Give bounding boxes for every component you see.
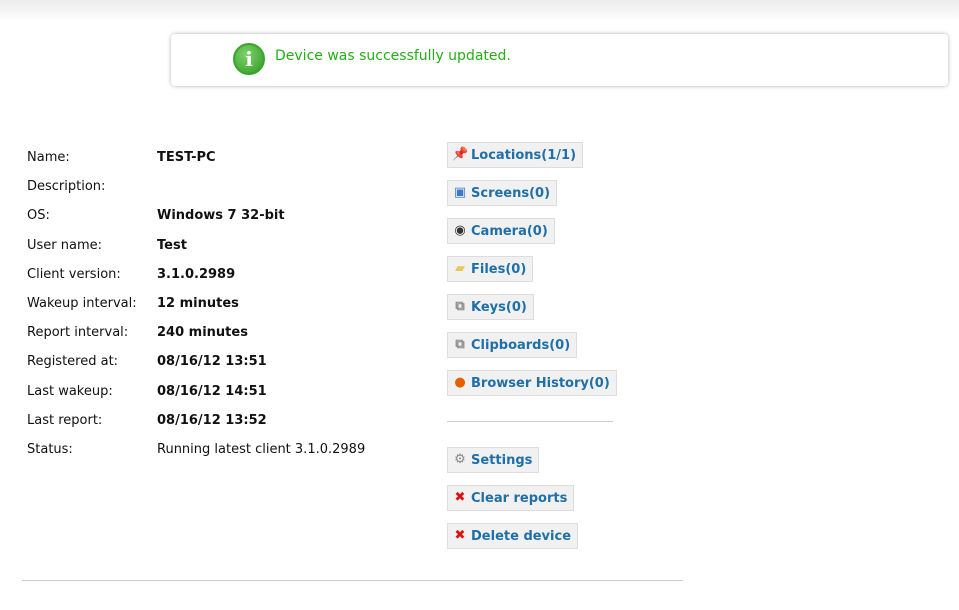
detail-label: OS: bbox=[27, 208, 50, 224]
screens-button[interactable]: ▣ Screens(0) bbox=[447, 180, 558, 206]
detail-label: Last wakeup: bbox=[27, 383, 113, 399]
firefox-icon: ● bbox=[454, 375, 466, 390]
notice-message: Device was successfully updated. bbox=[275, 48, 511, 64]
button-label: Keys(0) bbox=[471, 299, 527, 315]
detail-value: Test bbox=[157, 237, 187, 253]
clipboards-button[interactable]: ⧉ Clipboards(0) bbox=[447, 332, 578, 358]
detail-row: Name: TEST-PC bbox=[27, 150, 365, 179]
detail-label: Client version: bbox=[27, 266, 121, 282]
success-notice: i Device was successfully updated. bbox=[171, 34, 948, 86]
detail-label: Registered at: bbox=[27, 354, 119, 370]
button-label: Browser History(0) bbox=[471, 375, 610, 391]
folder-icon: ▰ bbox=[455, 261, 465, 276]
detail-row: Registered at: 08/16/12 13:51 bbox=[27, 354, 365, 383]
files-button[interactable]: ▰ Files(0) bbox=[447, 256, 534, 282]
detail-value: Running latest client 3.1.0.2989 bbox=[157, 441, 366, 457]
detail-value: 3.1.0.2989 bbox=[157, 266, 236, 282]
detail-row: OS: Windows 7 32-bit bbox=[27, 208, 365, 237]
red-x-icon: ✖ bbox=[454, 490, 466, 505]
clear-reports-button[interactable]: ✖ Clear reports bbox=[447, 485, 575, 511]
button-label: Clear reports bbox=[471, 490, 568, 506]
detail-row: Last wakeup: 08/16/12 14:51 bbox=[27, 384, 365, 413]
pushpin-icon: 📌 bbox=[452, 147, 469, 162]
button-label: Camera(0) bbox=[471, 223, 548, 239]
top-bar bbox=[0, 0, 959, 22]
button-label: Screens(0) bbox=[471, 185, 551, 201]
detail-row: Wakeup interval: 12 minutes bbox=[27, 296, 365, 325]
copy-icon: ⧉ bbox=[455, 337, 465, 352]
detail-value: 08/16/12 14:51 bbox=[157, 383, 267, 399]
detail-label: Status: bbox=[27, 441, 73, 457]
delete-device-button[interactable]: ✖ Delete device bbox=[447, 523, 579, 549]
divider bbox=[447, 421, 613, 422]
detail-value: Windows 7 32-bit bbox=[157, 208, 285, 224]
picture-icon: ▣ bbox=[453, 185, 467, 200]
detail-label: Name: bbox=[27, 150, 70, 165]
webcam-icon: ◉ bbox=[454, 223, 466, 238]
locations-button[interactable]: 📌 Locations(1/1) bbox=[447, 142, 584, 168]
button-label: Settings bbox=[471, 452, 533, 468]
detail-value: 240 minutes bbox=[157, 325, 248, 341]
browser-history-button[interactable]: ● Browser History(0) bbox=[447, 370, 617, 396]
button-label: Files(0) bbox=[471, 261, 527, 277]
detail-label: Report interval: bbox=[27, 325, 129, 341]
detail-label: Wakeup interval: bbox=[27, 295, 137, 311]
detail-row: Description: bbox=[27, 179, 365, 208]
keys-button[interactable]: ⧉ Keys(0) bbox=[447, 294, 534, 320]
detail-row: Report interval: 240 minutes bbox=[27, 325, 365, 354]
gear-icon: ⚙ bbox=[454, 452, 466, 467]
button-label: Locations(1/1) bbox=[471, 147, 577, 163]
detail-row: Status: Running latest client 3.1.0.2989 bbox=[27, 442, 365, 471]
detail-value: 08/16/12 13:51 bbox=[157, 354, 267, 370]
camera-button[interactable]: ◉ Camera(0) bbox=[447, 218, 555, 244]
detail-row: Last report: 08/16/12 13:52 bbox=[27, 413, 365, 442]
copy-icon: ⧉ bbox=[455, 299, 465, 314]
detail-label: Description: bbox=[27, 179, 106, 195]
detail-value: 08/16/12 13:52 bbox=[157, 412, 267, 428]
settings-button[interactable]: ⚙ Settings bbox=[447, 447, 540, 473]
info-icon: i bbox=[233, 43, 265, 75]
detail-value: TEST-PC bbox=[157, 150, 216, 165]
red-x-icon: ✖ bbox=[454, 528, 466, 543]
detail-row: Client version: 3.1.0.2989 bbox=[27, 267, 365, 296]
button-label: Delete device bbox=[471, 528, 572, 544]
detail-value: 12 minutes bbox=[157, 295, 239, 311]
detail-label: Last report: bbox=[27, 412, 103, 428]
detail-row: User name: Test bbox=[27, 238, 365, 267]
detail-label: User name: bbox=[27, 237, 103, 253]
button-label: Clipboards(0) bbox=[471, 337, 571, 353]
device-details: Name: TEST-PC Description: OS: Windows 7 32-… bbox=[27, 150, 365, 471]
bottom-divider bbox=[22, 580, 683, 581]
